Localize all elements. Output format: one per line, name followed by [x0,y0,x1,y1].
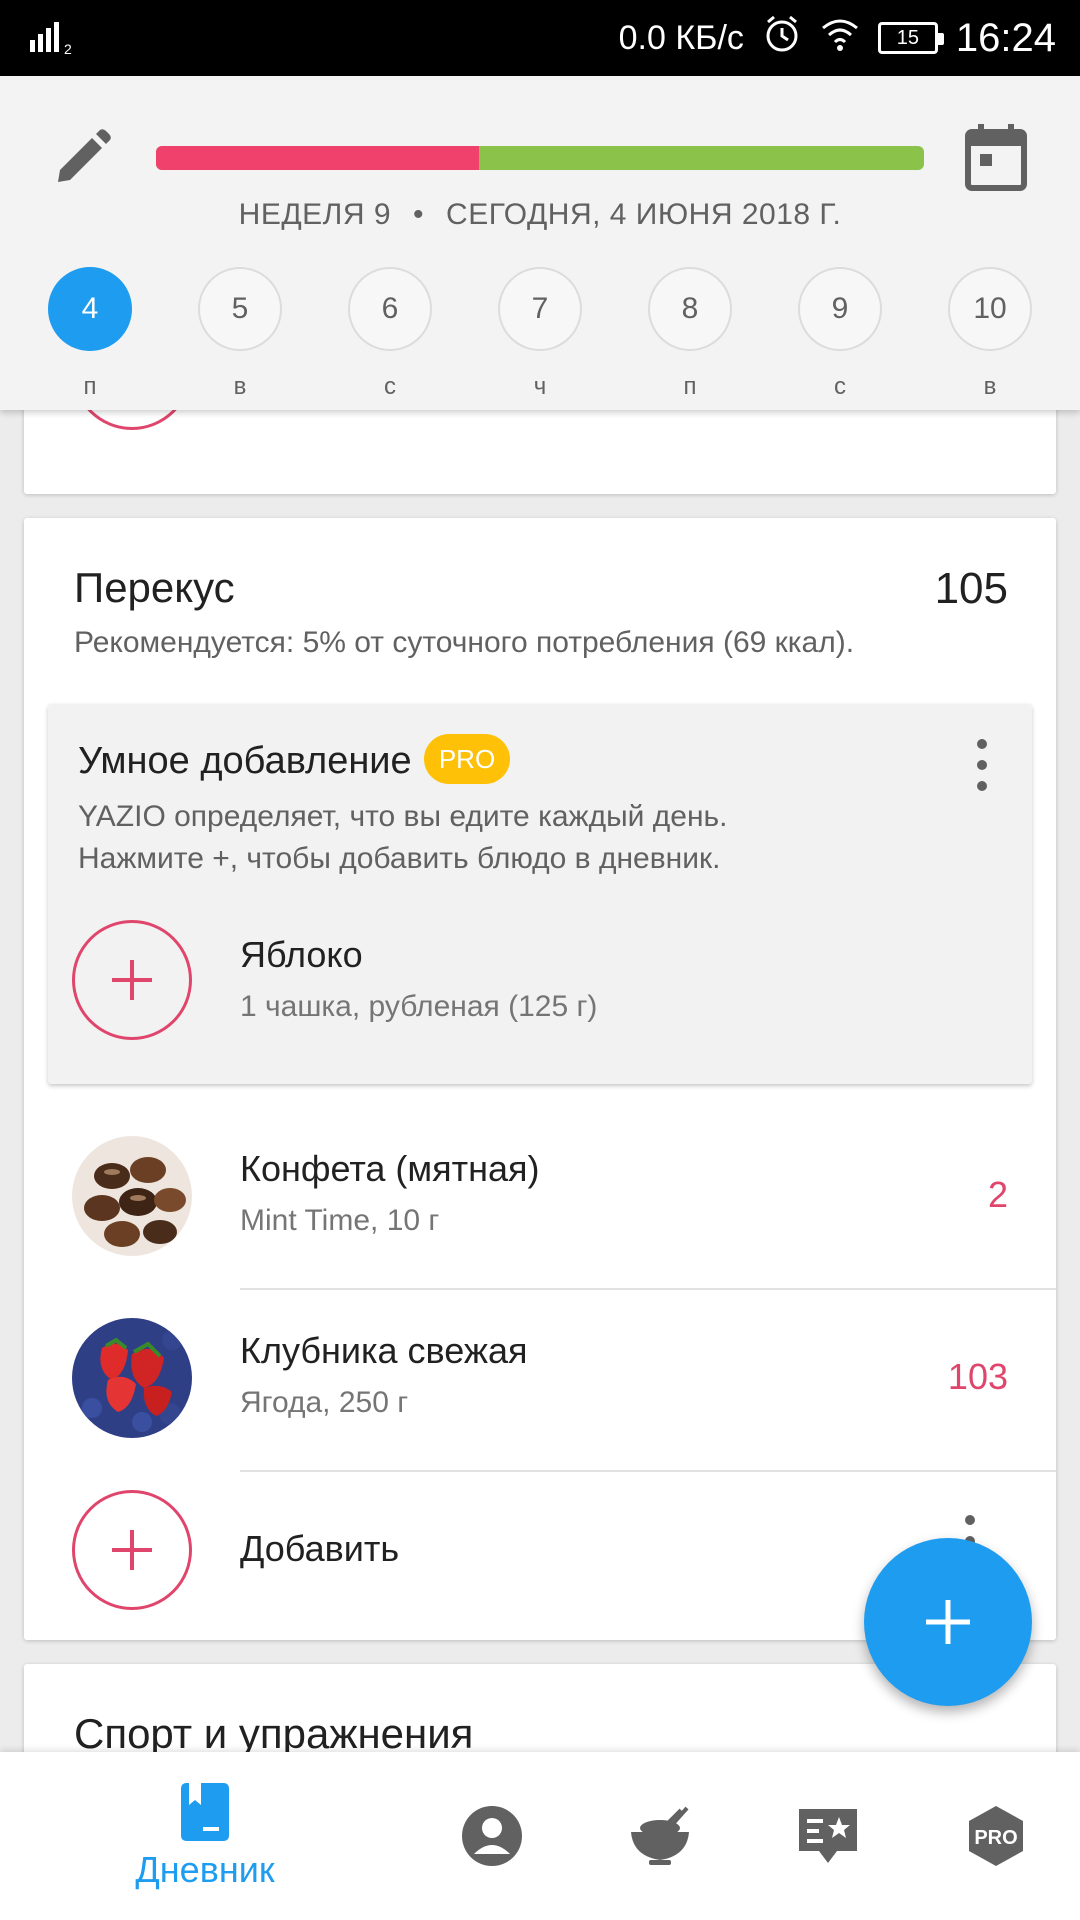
nav-profile[interactable] [444,1752,540,1920]
separator: • [413,198,425,231]
diary-icon [181,1783,229,1841]
nav-analysis[interactable] [780,1752,876,1920]
meal-kcal: 105 [934,564,1008,613]
food-detail: Ягода, 250 г [240,1386,409,1419]
day-item[interactable]: 6с [348,267,432,401]
add-fab-button[interactable] [864,1538,1032,1706]
more-vert-icon[interactable] [976,738,988,792]
wifi-icon [820,16,860,61]
calendar-icon[interactable] [964,122,1028,192]
analysis-icon [799,1809,857,1863]
pro-icon-label: PRO [974,1827,1017,1849]
today-label: СЕГОДНЯ, 4 ИЮНЯ 2018 Г. [446,198,842,231]
meal-title: Перекус [74,564,235,611]
day-item[interactable]: 9с [798,267,882,401]
smart-add-title: Умное добавление [78,740,412,782]
consumed-bar [156,146,479,170]
sim-number: 2 [64,41,72,57]
snack-card: Перекус 105 Рекомендуется: 5% от суточно… [24,518,1056,1640]
suggestion-portion: 1 чашка, рубленая (125 г) [240,990,598,1023]
food-detail: Mint Time, 10 г [240,1204,440,1237]
nav-recipes[interactable] [612,1752,708,1920]
profile-icon [462,1806,522,1866]
day-item[interactable]: 5в [198,267,282,401]
alarm-icon [762,14,802,63]
calorie-progress-bar [156,146,924,170]
nav-diary-label: Дневник [135,1849,275,1890]
smart-add-panel: Умное добавление PRO YAZIO определяет, ч… [48,704,1032,1084]
meal-recommendation: Рекомендуется: 5% от суточного потреблен… [74,626,855,659]
candy-photo [72,1136,192,1256]
day-item[interactable]: 10 в [948,267,1032,401]
battery-icon: 15 [877,22,944,54]
food-row[interactable]: Клубника свежая Ягода, 250 г 103 [24,1290,1056,1472]
status-bar: 2 0.0 КБ/с 15 16:24 [0,0,1080,76]
pro-icon: PRO [969,1806,1023,1866]
plus-icon [926,1600,970,1644]
day-item[interactable]: 8п [648,267,732,401]
food-kcal: 103 [947,1356,1008,1397]
diary-header: НЕДЕЛЯ 9 • СЕГОДНЯ, 4 ИЮНЯ 2018 Г. 4п 5в 6… [0,76,1080,410]
food-row[interactable]: Конфета (мятная) Mint Time, 10 г 2 [24,1108,1056,1290]
day-item[interactable]: 7ч [498,267,582,401]
bottom-navigation: Дневник PRO [0,1752,1080,1920]
date-subtitle: НЕДЕЛЯ 9 • СЕГОДНЯ, 4 ИЮНЯ 2018 Г. [0,198,1080,232]
strawberry-photo [72,1318,192,1438]
nav-diary[interactable]: Дневник [120,1752,290,1920]
day-item[interactable]: 4п [48,267,132,401]
food-name: Конфета (мятная) [240,1148,540,1189]
pro-badge: PRO [424,734,510,784]
recipes-icon [631,1806,689,1865]
add-icon[interactable] [72,920,192,1040]
sport-title: Спорт и упражнения [74,1710,474,1757]
week-day-selector: 4п 5в 6с 7ч 8п 9с 10 в [0,267,1080,400]
food-kcal: 2 [987,1174,1008,1215]
week-label: НЕДЕЛЯ 9 [238,198,392,231]
smart-add-description: YAZIO определяет, что вы едите каждый де… [78,800,728,875]
divider [240,1470,1056,1472]
clock: 16:24 [955,15,1056,60]
network-speed: 0.0 КБ/с [618,18,744,57]
food-name: Клубника свежая [240,1330,528,1371]
edit-icon[interactable] [50,126,114,190]
add-icon[interactable] [72,1490,192,1610]
nav-pro[interactable]: PRO [948,1752,1044,1920]
add-food-label: Добавить [240,1528,400,1569]
smart-suggestion[interactable]: Яблоко 1 чашка, рубленая (125 г) [72,920,1012,1040]
suggestion-name: Яблоко [240,934,363,975]
signal-icon: 2 [30,18,80,63]
